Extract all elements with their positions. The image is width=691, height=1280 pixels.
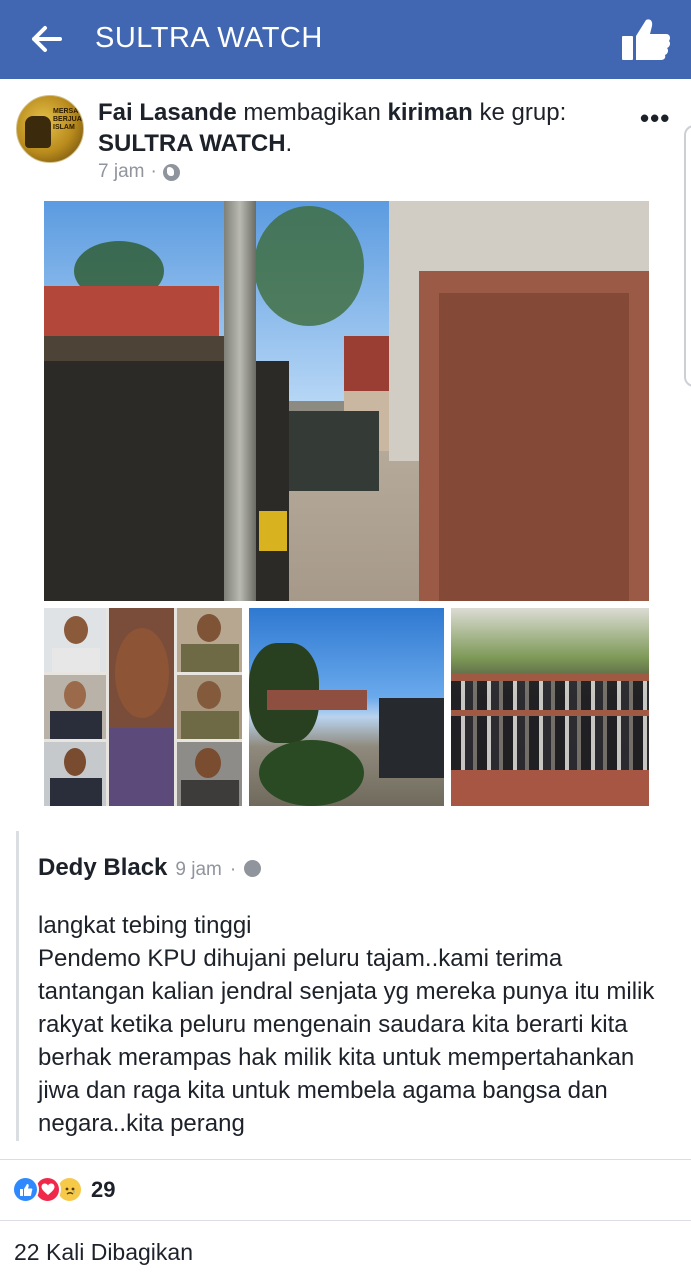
meta-separator: · xyxy=(150,161,157,182)
collage-cell xyxy=(44,675,106,739)
collage-body xyxy=(50,711,102,739)
shared-post-quote: Dedy Black 9 jam · langkat tebing tinggi… xyxy=(16,831,676,1141)
photo-roof xyxy=(44,286,219,336)
thumbs-up-icon[interactable] xyxy=(620,16,672,62)
globe-icon xyxy=(162,163,180,181)
collage-face xyxy=(115,628,169,718)
divider xyxy=(0,1159,691,1160)
app-bar: SULTRA WATCH xyxy=(0,0,691,79)
avatar-text: MERSATU BERJUANG ISLAM xyxy=(53,108,84,131)
author-name[interactable]: Fai Lasande xyxy=(98,99,237,126)
collage-body xyxy=(181,780,239,806)
collage-face xyxy=(64,748,86,776)
fist-icon xyxy=(25,116,51,148)
post-header: Fai Lasande membagikan kiriman ke grup: … xyxy=(98,97,618,159)
thumb-bush xyxy=(259,740,364,806)
post-card: MERSATU BERJUANG ISLAM Fai Lasande memba… xyxy=(0,79,691,1280)
collage-face xyxy=(197,681,221,709)
collage-body xyxy=(109,728,174,806)
photo-gate-inner xyxy=(439,293,629,601)
scroll-indicator xyxy=(684,125,691,387)
thumb-fence-rail xyxy=(451,673,649,681)
collage-face xyxy=(64,681,86,709)
shared-time[interactable]: 9 jam xyxy=(175,859,221,881)
object-link[interactable]: kiriman xyxy=(387,99,472,126)
thumb-gate xyxy=(267,690,367,710)
shared-author-line: Dedy Black 9 jam · xyxy=(38,854,262,882)
collage-cell xyxy=(44,608,106,672)
group-title: SULTRA WATCH xyxy=(95,22,323,54)
thumb-fence-base xyxy=(451,770,649,806)
to-text: ke grup: xyxy=(472,99,567,126)
collage-cell xyxy=(44,742,106,806)
main-photo[interactable] xyxy=(44,201,649,601)
like-icon xyxy=(12,1176,39,1203)
collage-body xyxy=(181,644,239,672)
period: . xyxy=(285,130,293,157)
post-meta: 7 jam · xyxy=(98,161,180,183)
collage-cell xyxy=(109,608,174,806)
collage-face xyxy=(64,616,88,644)
thumb-fence-rail xyxy=(451,710,649,716)
reaction-count: 29 xyxy=(91,1176,116,1202)
photo-pole xyxy=(224,201,256,601)
collage-body xyxy=(50,778,102,806)
collage-face xyxy=(197,614,221,642)
avatar[interactable]: MERSATU BERJUANG ISLAM xyxy=(16,95,84,163)
action-text: membagikan xyxy=(236,99,388,126)
photo-palm xyxy=(254,206,364,326)
group-link[interactable]: SULTRA WATCH xyxy=(98,130,286,157)
photo-armored-vehicle xyxy=(284,411,379,491)
collage-body xyxy=(181,711,239,739)
collage-cell xyxy=(177,675,242,739)
thumb-crowd xyxy=(451,678,649,770)
more-options-button[interactable]: ••• xyxy=(640,103,670,134)
divider xyxy=(0,1220,691,1221)
thumb-truck xyxy=(379,698,444,778)
collage-face xyxy=(195,748,221,778)
shared-separator: · xyxy=(229,859,237,880)
back-arrow-icon[interactable] xyxy=(30,22,64,56)
collage-body xyxy=(52,648,100,672)
shared-post-text: langkat tebing tinggi Pendemo KPU dihuja… xyxy=(38,912,655,1137)
photo-thumbnail-collage[interactable] xyxy=(44,608,242,806)
photo-thumbnail-gate[interactable] xyxy=(249,608,444,806)
shared-author-name[interactable]: Dedy Black xyxy=(38,854,167,882)
photo-thumbnail-crowd[interactable] xyxy=(451,608,649,806)
globe-icon xyxy=(244,860,262,877)
collage-cell xyxy=(177,608,242,672)
photo-truck-stripe xyxy=(259,511,287,551)
collage-cell xyxy=(177,742,242,806)
share-count[interactable]: 22 Kali Dibagikan xyxy=(14,1239,193,1266)
reaction-summary[interactable]: 29 xyxy=(12,1176,115,1203)
post-time[interactable]: 7 jam xyxy=(98,161,144,183)
